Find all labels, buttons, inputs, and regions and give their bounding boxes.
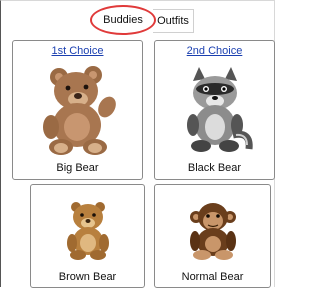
- brown-teddy-bear-image: [13, 63, 142, 155]
- choice-link[interactable]: 2nd Choice: [155, 45, 274, 57]
- buddy-name: Black Bear: [187, 162, 242, 174]
- lion-cub-plush-image: [31, 199, 144, 261]
- buddy-card-brown-bear[interactable]: Brown Bear: [30, 184, 145, 288]
- tab-buddies[interactable]: Buddies: [93, 8, 153, 32]
- monkey-plush-image: [155, 199, 270, 261]
- choice-link[interactable]: 1st Choice: [13, 45, 142, 57]
- outfit-builder-panel: Buddies Outfits 1st Choice Big Bear 2nd …: [0, 0, 275, 288]
- buddy-card-black-bear[interactable]: 2nd Choice Black Bear: [154, 40, 275, 180]
- raccoon-plush-image: [155, 65, 274, 155]
- buddy-name: Normal Bear: [181, 271, 244, 283]
- tab-outfits[interactable]: Outfits: [153, 9, 194, 33]
- buddy-name: Big Bear: [56, 162, 99, 174]
- buddy-name: Brown Bear: [58, 271, 117, 283]
- buddy-card-normal-bear[interactable]: Normal Bear: [154, 184, 271, 288]
- buddy-card-big-bear[interactable]: 1st Choice Big Bear: [12, 40, 143, 180]
